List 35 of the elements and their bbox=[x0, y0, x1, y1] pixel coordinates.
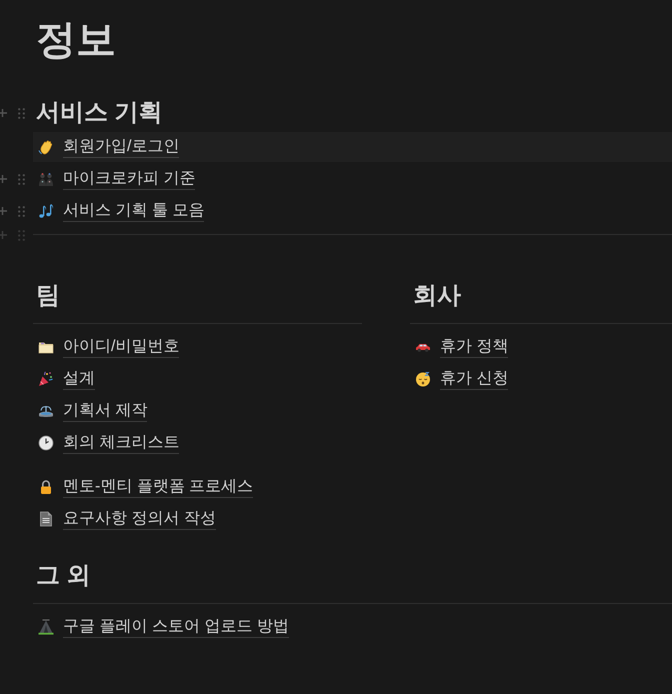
drag-handle-icon[interactable] bbox=[18, 206, 25, 216]
fountain-icon bbox=[38, 403, 54, 419]
page-link[interactable]: 요구사항 정의서 작성 bbox=[63, 508, 216, 530]
figures-icon bbox=[38, 171, 54, 187]
page-link[interactable]: 구글 플레이 스토어 업로드 방법 bbox=[63, 616, 289, 638]
clock-icon bbox=[38, 435, 54, 451]
section-heading: 팀 bbox=[35, 281, 60, 311]
page-link[interactable]: 서비스 기획 툴 모음 bbox=[63, 200, 204, 222]
page-title: 정보 bbox=[35, 17, 117, 64]
page-link[interactable]: 아이디/비밀번호 bbox=[63, 336, 180, 358]
section-heading: 회사 bbox=[412, 281, 461, 311]
page-link[interactable]: 마이크로카피 기준 bbox=[63, 168, 196, 190]
page-link[interactable]: 설계 bbox=[63, 368, 95, 390]
page-link[interactable]: 멘토-멘티 플랫폼 프로세스 bbox=[63, 476, 254, 498]
drag-handle-icon[interactable] bbox=[18, 108, 25, 118]
waving-hand-icon bbox=[38, 139, 54, 155]
section-heading: 그 외 bbox=[35, 561, 91, 591]
tent-icon bbox=[38, 619, 54, 635]
plus-icon[interactable] bbox=[0, 230, 8, 240]
music-notes-icon bbox=[38, 203, 54, 219]
page-link[interactable]: 회원가입/로그인 bbox=[63, 136, 180, 158]
party-popper-icon bbox=[38, 371, 54, 387]
page-link[interactable]: 기획서 제작 bbox=[63, 400, 148, 422]
drag-handle-icon[interactable] bbox=[18, 174, 25, 184]
page-link[interactable]: 휴가 신청 bbox=[440, 368, 508, 390]
plus-icon[interactable] bbox=[0, 108, 8, 118]
sleeping-face-icon bbox=[415, 371, 431, 387]
drag-handle-icon[interactable] bbox=[18, 230, 25, 240]
section-heading: 서비스 기획 bbox=[35, 98, 163, 128]
page-link[interactable]: 회의 체크리스트 bbox=[63, 432, 180, 454]
lock-icon bbox=[38, 479, 54, 495]
page-link[interactable]: 휴가 정책 bbox=[440, 336, 508, 358]
document-icon bbox=[38, 511, 54, 527]
plus-icon[interactable] bbox=[0, 174, 8, 184]
plus-icon[interactable] bbox=[0, 206, 8, 216]
